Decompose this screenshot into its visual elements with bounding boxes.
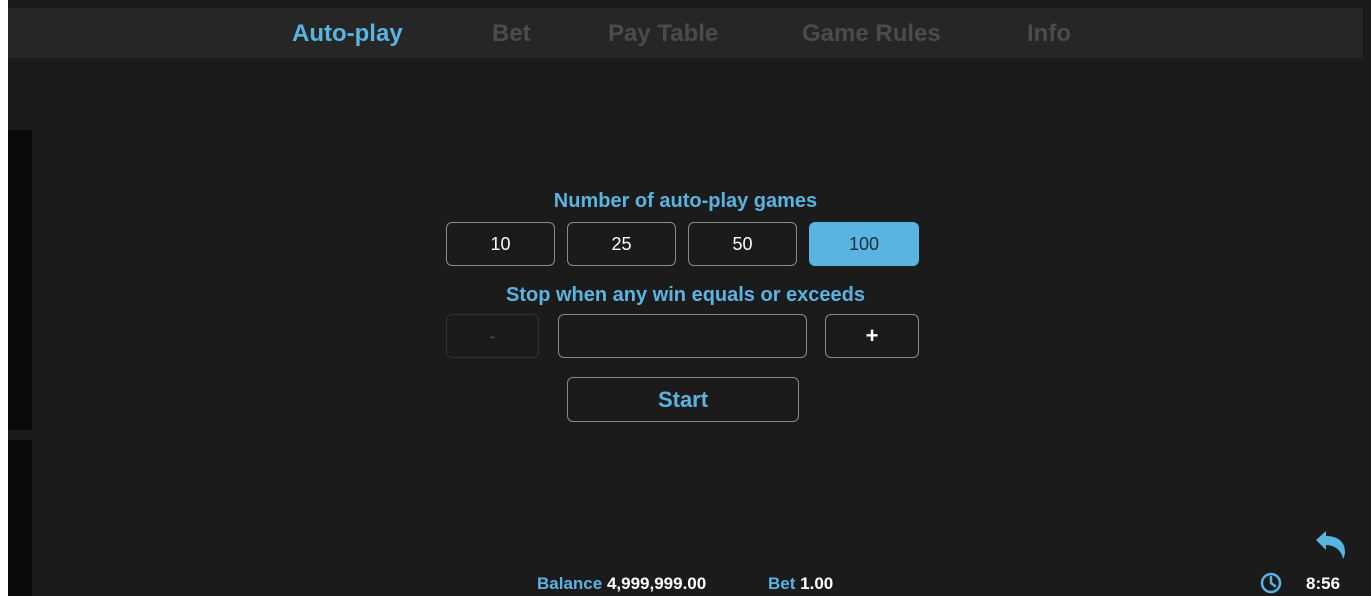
games-option-100[interactable]: 100: [809, 222, 919, 266]
undo-arrow-icon[interactable]: [1314, 530, 1348, 560]
tab-info[interactable]: Info: [1027, 20, 1071, 48]
clock-time: 8:56: [1306, 574, 1341, 593]
start-button[interactable]: Start: [567, 377, 799, 422]
balance-display: Balance 4,999,999.00: [537, 574, 706, 594]
games-option-10[interactable]: 10: [446, 222, 555, 266]
games-option-25[interactable]: 25: [567, 222, 676, 266]
games-option-50[interactable]: 50: [688, 222, 797, 266]
bet-value: 1.00: [800, 574, 834, 593]
left-panel-shadow-bottom: [8, 440, 32, 596]
tab-auto-play[interactable]: Auto-play: [292, 20, 403, 48]
clock-icon: [1260, 572, 1282, 594]
autoplay-games-title: Number of auto-play games: [553, 190, 818, 212]
balance-value: 4,999,999.00: [606, 574, 707, 593]
stop-win-title: Stop when any win equals or exceeds: [506, 284, 865, 306]
left-panel-shadow-top: [8, 130, 32, 430]
stop-win-input[interactable]: [558, 314, 807, 358]
tab-bet[interactable]: Bet: [492, 20, 531, 48]
stop-increase-button[interactable]: +: [825, 314, 919, 358]
balance-label: Balance: [537, 574, 603, 593]
tab-pay-table[interactable]: Pay Table: [608, 20, 718, 48]
bet-label: Bet: [768, 574, 796, 593]
stop-decrease-button[interactable]: -: [446, 314, 539, 358]
bet-display: Bet 1.00: [768, 574, 833, 594]
tab-game-rules[interactable]: Game Rules: [802, 20, 941, 48]
tab-bar: Auto-play Bet Pay Table Game Rules Info: [0, 8, 1371, 58]
